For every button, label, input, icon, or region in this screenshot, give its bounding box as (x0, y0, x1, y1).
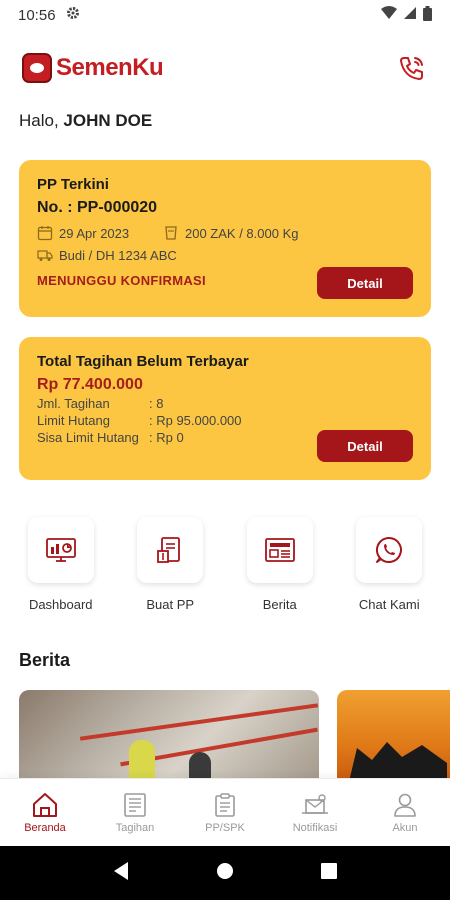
recents-icon[interactable] (320, 862, 338, 885)
menu-tile-chat[interactable] (356, 517, 423, 583)
status-time: 10:56 (18, 6, 56, 24)
news-card-image[interactable] (337, 690, 450, 782)
phone-icon (400, 57, 423, 80)
pp-detail-button[interactable]: Detail (317, 267, 413, 299)
menu-label: Dashboard (28, 597, 93, 612)
cement-bag-icon (165, 226, 177, 240)
nav-label: Akun (392, 821, 418, 834)
cellular-signal-icon (403, 6, 417, 24)
bill-row-value: : Rp 0 (149, 430, 184, 445)
nav-item-invoice[interactable]: Tagihan (90, 779, 180, 846)
settings-gear-icon (66, 6, 80, 24)
pp-driver-row: Budi / DH 1234 ABC (37, 247, 413, 263)
dashboard-icon (45, 538, 76, 562)
menu-tile-dashboard[interactable] (27, 517, 94, 583)
brand-logo: SemenKu (22, 53, 164, 83)
bill-row-label: Jml. Tagihan (37, 396, 110, 411)
nav-item-home[interactable]: Beranda (0, 779, 90, 846)
status-bar: 10:56 (0, 0, 450, 30)
pp-driver: Budi / DH 1234 ABC (59, 247, 177, 263)
battery-icon (423, 5, 432, 25)
news-image-detail (347, 742, 447, 782)
brand-name: SemenKu (56, 54, 164, 81)
menu-tile-create-pp[interactable] (137, 517, 204, 583)
nav-label: PP/SPK (205, 821, 245, 834)
menu-label: Chat Kami (358, 597, 420, 612)
greeting-user-name: JOHN DOE (63, 111, 153, 130)
news-section-title: Berita (19, 650, 71, 670)
bill-row-limit: Limit Hutang : Rp 95.000.000 (37, 413, 413, 428)
menu-item-dashboard[interactable]: Dashboard (13, 517, 109, 612)
news-card-image[interactable] (19, 690, 319, 782)
nav-label: Beranda (24, 821, 66, 834)
bill-row-label: Limit Hutang (37, 413, 110, 428)
nav-label: Notifikasi (292, 821, 338, 834)
system-navigation-bar (0, 846, 450, 900)
greeting: Halo, JOHN DOE (19, 111, 152, 131)
menu-tile-news[interactable] (246, 517, 313, 583)
news-icon (264, 538, 295, 562)
menu-item-chat[interactable]: Chat Kami (341, 517, 437, 612)
brand-logo-icon (22, 53, 52, 83)
news-image-detail (129, 740, 155, 782)
pp-info-row: 29 Apr 2023 200 ZAK / 8.000 Kg (37, 225, 413, 241)
pp-date: 29 Apr 2023 (59, 225, 130, 241)
back-icon[interactable] (112, 861, 130, 886)
invoice-icon (124, 792, 146, 817)
bill-amount: Rp 77.400.000 (37, 376, 143, 393)
call-button[interactable] (396, 52, 428, 84)
nav-item-notification[interactable]: Notifikasi (270, 779, 360, 846)
pp-card-title: PP Terkini (37, 176, 109, 193)
latest-pp-card: PP Terkini No. : PP-000020 29 Apr 2023 2… (19, 160, 431, 317)
menu-item-create-pp[interactable]: Buat PP (122, 517, 218, 612)
bill-row-value: : 8 (149, 396, 164, 411)
clipboard-icon (215, 792, 235, 817)
bill-card-title: Total Tagihan Belum Terbayar (37, 353, 249, 370)
home-icon (33, 792, 57, 817)
menu-label: Buat PP (146, 597, 195, 612)
bill-row-count: Jml. Tagihan : 8 (37, 396, 413, 411)
bill-detail-button[interactable]: Detail (317, 430, 413, 462)
wifi-icon (381, 6, 397, 24)
menu-label: Berita (262, 597, 297, 612)
whatsapp-icon (376, 536, 403, 563)
menu-item-news[interactable]: Berita (232, 517, 328, 612)
user-icon (394, 793, 416, 817)
bottom-navigation: Beranda Tagihan PP/SPK Notifikasi Akun (0, 778, 450, 846)
truck-icon (37, 250, 53, 261)
app-header: SemenKu (22, 48, 428, 88)
nav-item-pp-spk[interactable]: PP/SPK (180, 779, 270, 846)
home-circle-icon[interactable] (215, 861, 235, 886)
unpaid-bill-card: Total Tagihan Belum Terbayar Rp 77.400.0… (19, 337, 431, 480)
bill-row-label: Sisa Limit Hutang (37, 430, 139, 445)
calendar-icon (37, 226, 53, 241)
nav-label: Tagihan (115, 821, 155, 834)
greeting-prefix: Halo, (19, 111, 59, 130)
quick-menu: Dashboard Buat PP Berita Chat Kami (0, 517, 450, 612)
nav-item-account[interactable]: Akun (360, 779, 450, 846)
create-order-icon (157, 537, 181, 563)
pp-quantity: 200 ZAK / 8.000 Kg (185, 225, 299, 241)
bill-row-value: : Rp 95.000.000 (149, 413, 242, 428)
pp-number: No. : PP-000020 (37, 199, 158, 216)
notification-icon (302, 793, 328, 814)
